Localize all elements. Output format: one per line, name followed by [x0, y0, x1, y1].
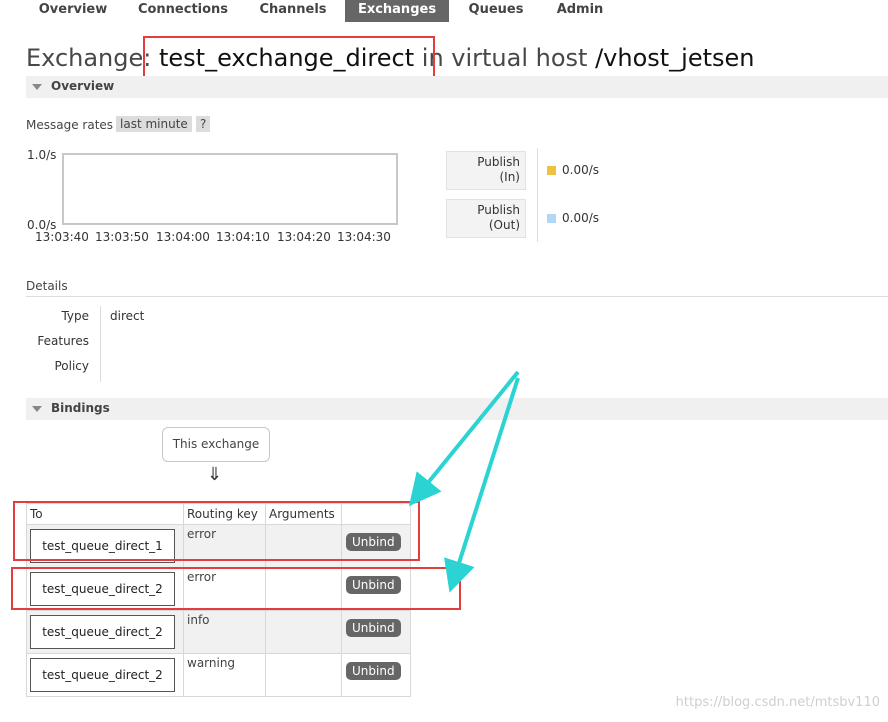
annotation-arrow-icon: [444, 377, 520, 593]
annotation-arrow-icon: [408, 370, 520, 507]
annotation-arrows: [408, 370, 520, 593]
watermark: https://blog.csdn.net/mtsbv110: [675, 695, 880, 710]
